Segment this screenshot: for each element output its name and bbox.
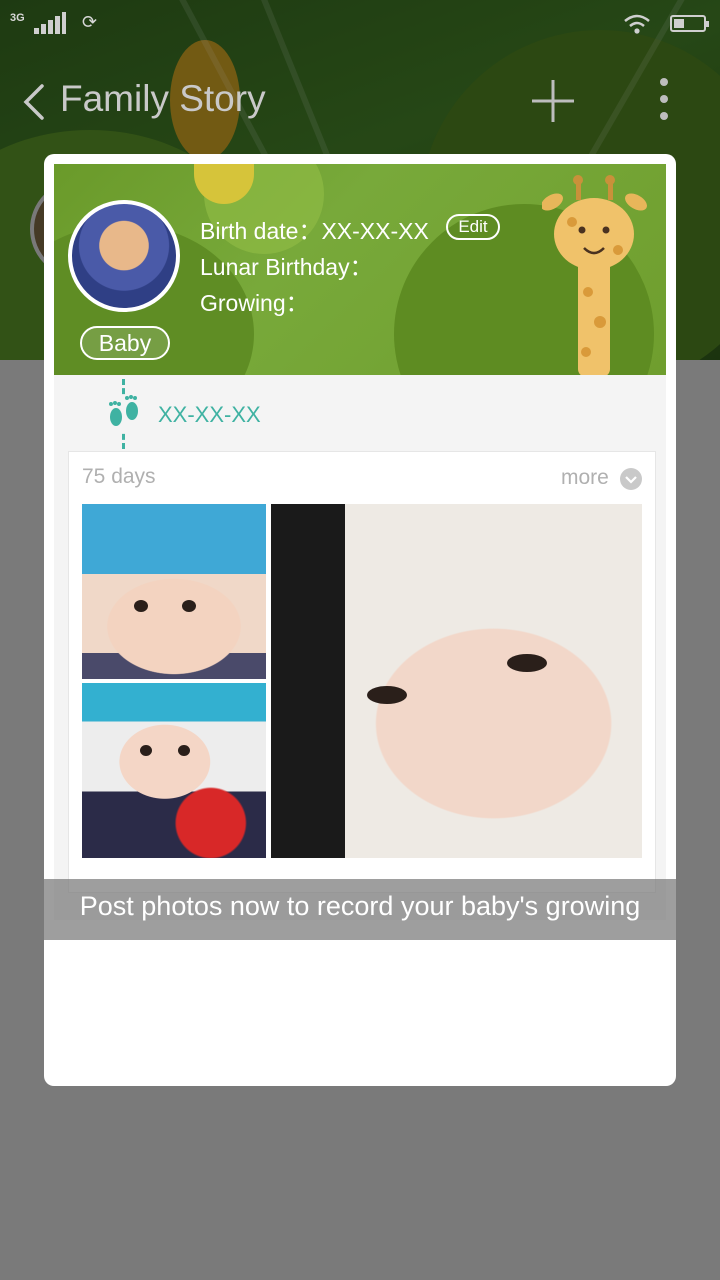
back-arrow-icon[interactable] [18,82,58,122]
photo-detail [367,686,407,704]
more-menu-icon[interactable] [652,76,676,122]
lunar-birthday-text: Lunar Birthday： [200,254,373,280]
child-name-badge: Baby [80,326,170,360]
photo-detail [134,600,148,612]
status-bar: 3G ⟳ [0,0,720,50]
battery-icon [670,15,709,32]
timeline-date: XX-XX-XX [158,402,261,427]
tutorial-caption-band: Post photos now to record your baby's gr… [44,879,676,940]
footprints-icon [104,395,144,431]
timeline-area: XX-XX-XX 75 days more [54,375,666,920]
baby-photo-thumbnail [82,504,266,679]
child-avatar [68,200,180,312]
giraffe-illustration [542,175,647,375]
photo-detail [507,654,547,672]
photo-detail [140,745,152,756]
tutorial-caption: Post photos now to record your baby's gr… [79,891,641,921]
more-link[interactable]: more [561,466,609,490]
photo-detail [178,745,190,756]
profile-header: Baby Birth date：XX-XX-XX Edit Lunar Birt… [54,164,666,375]
tutorial-dialog: Baby Birth date：XX-XX-XX Edit Lunar Birt… [44,154,676,1086]
edit-button[interactable]: Edit [446,214,500,240]
network-type: 3G [10,12,25,24]
add-icon[interactable] [530,78,576,124]
birth-date-text: Birth date：XX-XX-XX [200,218,429,244]
baby-photo-large [271,504,642,858]
wifi-icon [624,14,650,34]
days-count: 75 days [82,465,156,488]
chevron-down-icon[interactable] [620,468,642,490]
page-title: Family Story [60,78,266,119]
growing-text: Growing： [200,290,309,316]
baby-photo-thumbnail [82,683,266,858]
sync-icon: ⟳ [82,12,98,32]
photo-card: 75 days more [68,451,656,893]
photo-detail [182,600,196,612]
app-bar: Family Story [0,60,720,140]
signal-icon [34,12,66,34]
